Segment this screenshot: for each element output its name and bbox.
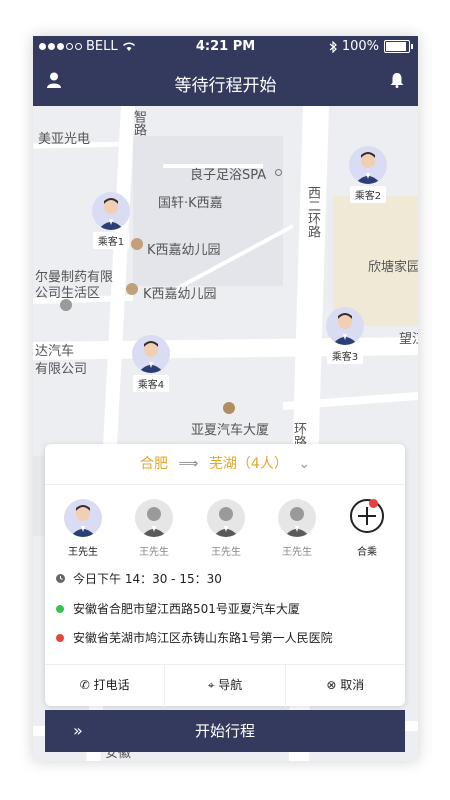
passenger-item[interactable]: 王先生 (272, 499, 322, 558)
route-selector[interactable]: 合肥 ⟹ 芜湖（4人） ⌄ (45, 444, 405, 485)
map-label: 公司生活区 (35, 286, 101, 301)
avatar (132, 335, 170, 373)
nav-header: 等待行程开始 (33, 58, 418, 106)
cancel-button[interactable]: ⊗ 取消 (286, 665, 405, 707)
passenger-name: 王先生 (282, 547, 312, 558)
passenger-pin[interactable]: 乘客2 (338, 146, 398, 203)
avatar (64, 499, 102, 537)
avatar (207, 499, 245, 537)
close-icon: ⊗ (326, 678, 337, 692)
pickup-row: 安徽省合肥市望江西路501号亚夏汽车大厦 (56, 600, 300, 617)
plus-icon (350, 499, 384, 533)
call-button[interactable]: ✆ 打电话 (45, 665, 166, 707)
map-label: 良子足浴SPA (190, 168, 267, 183)
avatar (349, 146, 387, 184)
start-trip-button[interactable]: » 开始行程 (45, 710, 405, 752)
avatar (92, 192, 130, 230)
school-icon (126, 283, 138, 295)
add-label: 合乘 (357, 547, 377, 558)
page-title: 等待行程开始 (174, 76, 277, 96)
dropoff-address: 安徽省芜湖市鸠江区赤铸山东路1号第一人民医院 (73, 631, 333, 645)
dropoff-dot-icon (56, 631, 64, 645)
notification-dot-icon (369, 499, 378, 508)
time-text: 今日下午 14：30 - 15：30 (73, 572, 222, 586)
trip-card: 合肥 ⟹ 芜湖（4人） ⌄ 王先生 王先生 王先生 王先生 合乘 今日下午 14… (45, 444, 405, 707)
avatar (326, 307, 364, 345)
passenger-item[interactable]: 王先生 (129, 499, 179, 558)
phone-icon: ✆ (79, 678, 90, 692)
battery-icon (384, 40, 413, 53)
building-icon (223, 402, 235, 414)
clock-icon (56, 572, 65, 586)
bluetooth-icon (329, 40, 337, 53)
passenger-pin[interactable]: 乘客4 (121, 335, 181, 392)
location-pin-icon: ⌖ (207, 678, 215, 692)
map-label: 西二环路 (305, 186, 320, 238)
map-label: 望江 (399, 332, 418, 347)
map-label: 亚夏汽车大厦 (191, 423, 270, 438)
route-to: 芜湖（4人） (208, 456, 288, 472)
passenger-name: 王先生 (139, 547, 169, 558)
passenger-pin[interactable]: 乘客1 (81, 192, 141, 249)
add-passenger-button[interactable]: 合乘 (342, 499, 392, 558)
poi-dot-icon (275, 169, 282, 176)
time-row: 今日下午 14：30 - 15：30 (56, 570, 222, 587)
passenger-item[interactable]: 王先生 (58, 499, 108, 558)
status-right: 100% (329, 39, 413, 54)
passenger-name: 王先生 (211, 547, 241, 558)
navigate-button[interactable]: ⌖ 导航 (165, 665, 286, 707)
avatar (278, 499, 316, 537)
bell-icon[interactable] (390, 72, 404, 92)
pin-label: 乘客2 (349, 186, 387, 203)
call-label: 打电话 (93, 678, 130, 692)
map-label: 有限公司 (35, 362, 88, 377)
pickup-dot-icon (56, 602, 64, 616)
passenger-pin[interactable]: 乘客3 (315, 307, 375, 364)
route-arrow-icon: ⟹ (178, 456, 199, 472)
navigate-label: 导航 (218, 678, 243, 692)
cancel-label: 取消 (340, 678, 365, 692)
pin-label: 乘客1 (92, 232, 130, 249)
map-label: 国轩·K西嘉 (158, 196, 223, 211)
map-label: 达汽车 (35, 344, 75, 359)
pin-label: 乘客4 (132, 375, 170, 392)
passenger-name: 王先生 (68, 547, 98, 558)
chevron-down-icon: ⌄ (298, 456, 311, 472)
passenger-item[interactable]: 王先生 (201, 499, 251, 558)
dropoff-row: 安徽省芜湖市鸠江区赤铸山东路1号第一人民医院 (56, 629, 333, 646)
avatar (135, 499, 173, 537)
start-trip-label: 开始行程 (194, 722, 255, 740)
pickup-address: 安徽省合肥市望江西路501号亚夏汽车大厦 (73, 602, 300, 616)
action-bar: ✆ 打电话 ⌖ 导航 ⊗ 取消 (45, 664, 405, 707)
phone-screen: BELL 4:21 PM 100% 等待行程开始 美亚光电 良子足浴SPA 国轩… (33, 36, 418, 761)
home-icon (60, 299, 72, 311)
double-chevron-right-icon: » (73, 721, 83, 740)
route-from: 合肥 (139, 456, 168, 472)
map-label: 美亚光电 (38, 132, 91, 147)
map-label: K西嘉幼儿园 (143, 287, 217, 302)
pin-label: 乘客3 (326, 347, 364, 364)
map-label: K西嘉幼儿园 (147, 243, 221, 258)
status-bar: BELL 4:21 PM 100% (33, 36, 418, 58)
map-label: 欣塘家园 (368, 260, 418, 275)
map-label: 智路 (131, 110, 146, 136)
battery-label: 100% (341, 39, 379, 54)
